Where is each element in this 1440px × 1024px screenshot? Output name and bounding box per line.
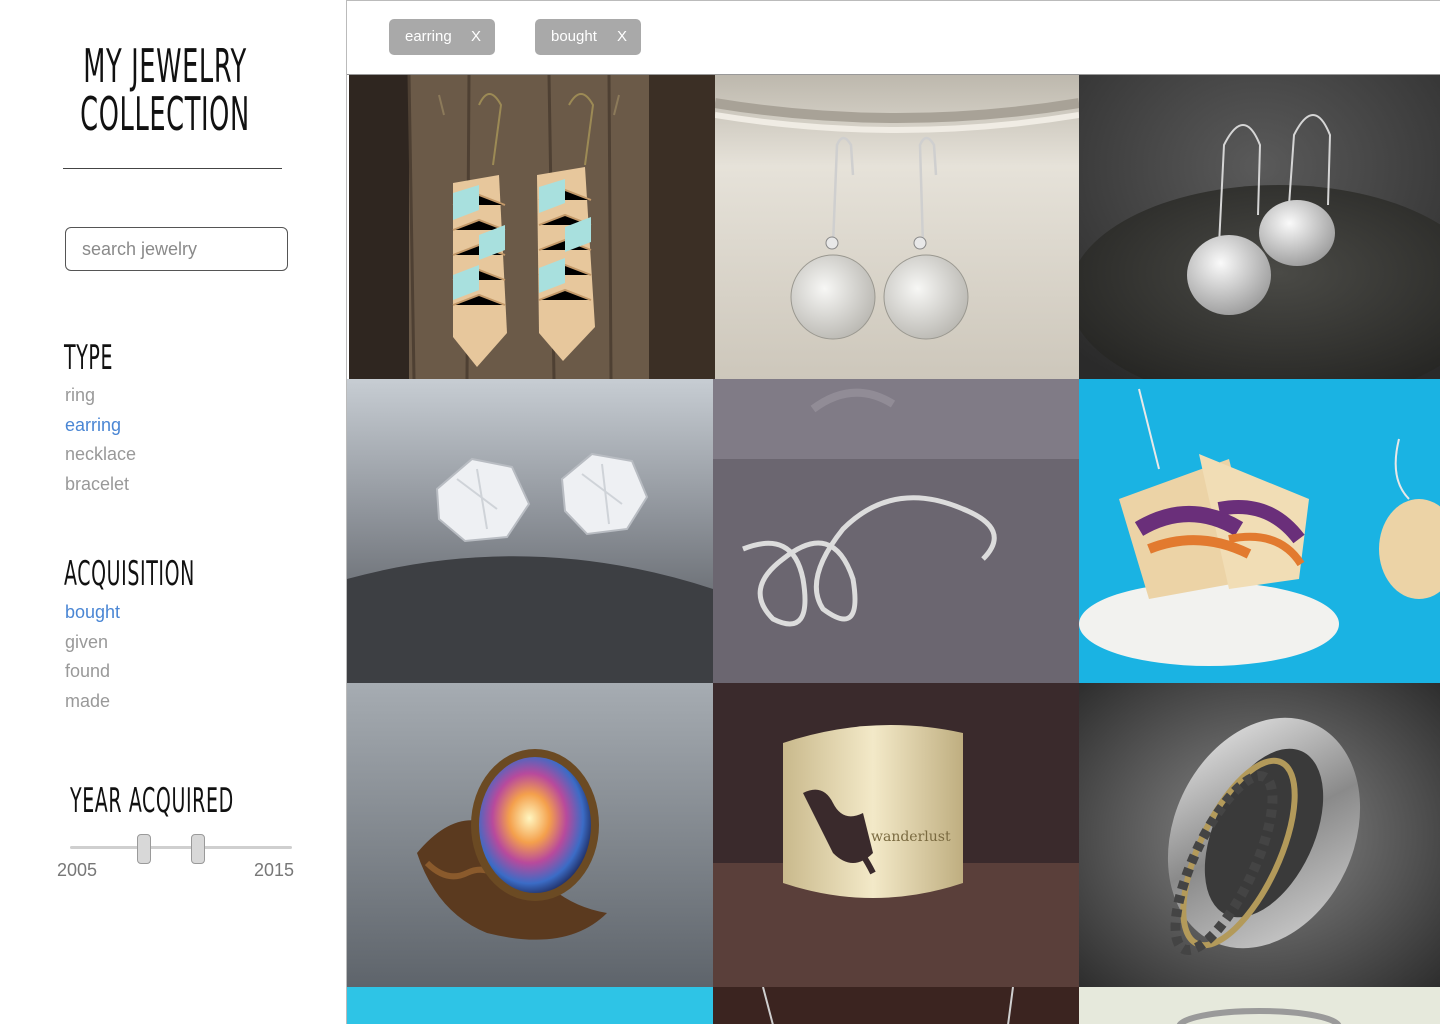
year-min-label: 2005: [57, 860, 98, 880]
world-map-cuff-image: wanderlust: [713, 683, 1079, 987]
year-slider-end-handle[interactable]: [191, 834, 205, 864]
disc-earrings-stone-image: [1079, 75, 1440, 379]
sidebar: MY JEWELRY COLLECTION TYPE ring earring …: [0, 0, 346, 1024]
jewelry-tile-spinner-ring[interactable]: [1079, 683, 1440, 987]
jewelry-tile-world-map-cuff[interactable]: wanderlust: [713, 683, 1079, 987]
jewelry-grid: wanderlust: [347, 75, 1440, 1024]
remove-tag-button[interactable]: X: [617, 19, 627, 55]
jewelry-tile-galaxy-ring[interactable]: [347, 683, 713, 987]
year-slider-start-handle[interactable]: [137, 834, 151, 864]
filter-tag-earring: earring X: [389, 19, 495, 55]
search-input[interactable]: [65, 227, 288, 271]
site-title-line1: MY JEWELRY: [83, 39, 247, 93]
disc-earrings-cup-image: [715, 75, 1079, 379]
jewelry-tile-turquoise[interactable]: [347, 987, 713, 1024]
cuff-engraving-text: wanderlust: [871, 829, 951, 845]
type-filter-ring[interactable]: ring: [65, 381, 136, 411]
type-heading: TYPE: [64, 338, 114, 378]
acquisition-filter-found[interactable]: found: [65, 657, 120, 687]
remove-tag-button[interactable]: X: [471, 19, 481, 55]
filter-tag-bought: bought X: [535, 19, 641, 55]
silver-ring-image: [1079, 987, 1440, 1024]
acquisition-heading: ACQUISITION: [64, 554, 195, 594]
year-max-label: 2015: [254, 860, 295, 880]
filter-tag-label: bought: [551, 28, 597, 45]
jewelry-tile-raw-diamond-studs[interactable]: [347, 379, 713, 683]
main-content: earring X bought X wanderlust: [346, 0, 1440, 1024]
galaxy-ring-image: [347, 683, 713, 987]
jewelry-tile-chevron-earrings[interactable]: [349, 75, 715, 379]
title-divider: [63, 168, 282, 169]
jewelry-tile-silver-ring[interactable]: [1079, 987, 1440, 1024]
spinner-ring-image: [1079, 683, 1440, 987]
jewelry-tile-disc-earrings-stone[interactable]: [1079, 75, 1440, 379]
type-filter-bracelet[interactable]: bracelet: [65, 470, 136, 500]
jewelry-tile-disc-earrings-cup[interactable]: [715, 75, 1079, 379]
site-title-line2: COLLECTION: [80, 87, 250, 141]
chain-necklace-image: [713, 987, 1079, 1024]
jewelry-tile-sandwich-earrings[interactable]: [1079, 379, 1440, 683]
acquisition-filter-given[interactable]: given: [65, 628, 120, 658]
active-filter-bar: earring X bought X: [347, 1, 1440, 75]
raw-diamond-studs-image: [347, 379, 713, 683]
spiral-ring-image: [713, 379, 1079, 683]
type-filter-list: ring earring necklace bracelet: [65, 381, 136, 499]
acquisition-filter-bought[interactable]: bought: [65, 598, 120, 628]
acquisition-filter-made[interactable]: made: [65, 687, 120, 717]
type-filter-necklace[interactable]: necklace: [65, 440, 136, 470]
year-acquired-heading: YEAR ACQUIRED: [70, 781, 234, 821]
chevron-earrings-image: [349, 75, 715, 379]
jewelry-tile-spiral-ring[interactable]: [713, 379, 1079, 683]
type-filter-earring[interactable]: earring: [65, 411, 136, 441]
filter-tag-label: earring: [405, 28, 452, 45]
turquoise-image: [347, 987, 713, 1024]
jewelry-tile-chain-necklace[interactable]: [713, 987, 1079, 1024]
year-slider-track[interactable]: [70, 846, 292, 849]
sandwich-earrings-image: [1079, 379, 1440, 683]
acquisition-filter-list: bought given found made: [65, 598, 120, 716]
